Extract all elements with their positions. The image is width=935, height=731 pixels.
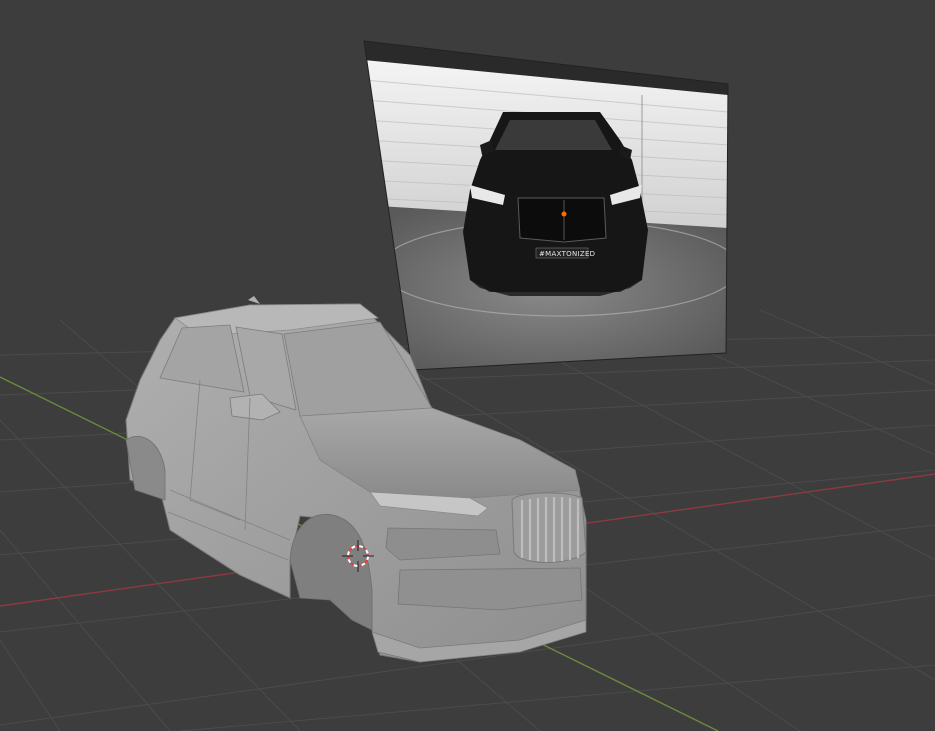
3d-viewport[interactable]: #MAXTONIZED <box>0 0 935 731</box>
viewport-canvas[interactable]: #MAXTONIZED <box>0 0 935 731</box>
origin-indicator-dot <box>561 211 567 217</box>
license-plate-text: #MAXTONIZED <box>539 250 595 258</box>
reference-image-plane[interactable]: #MAXTONIZED <box>363 40 740 372</box>
car-kidney-grille <box>511 492 587 563</box>
